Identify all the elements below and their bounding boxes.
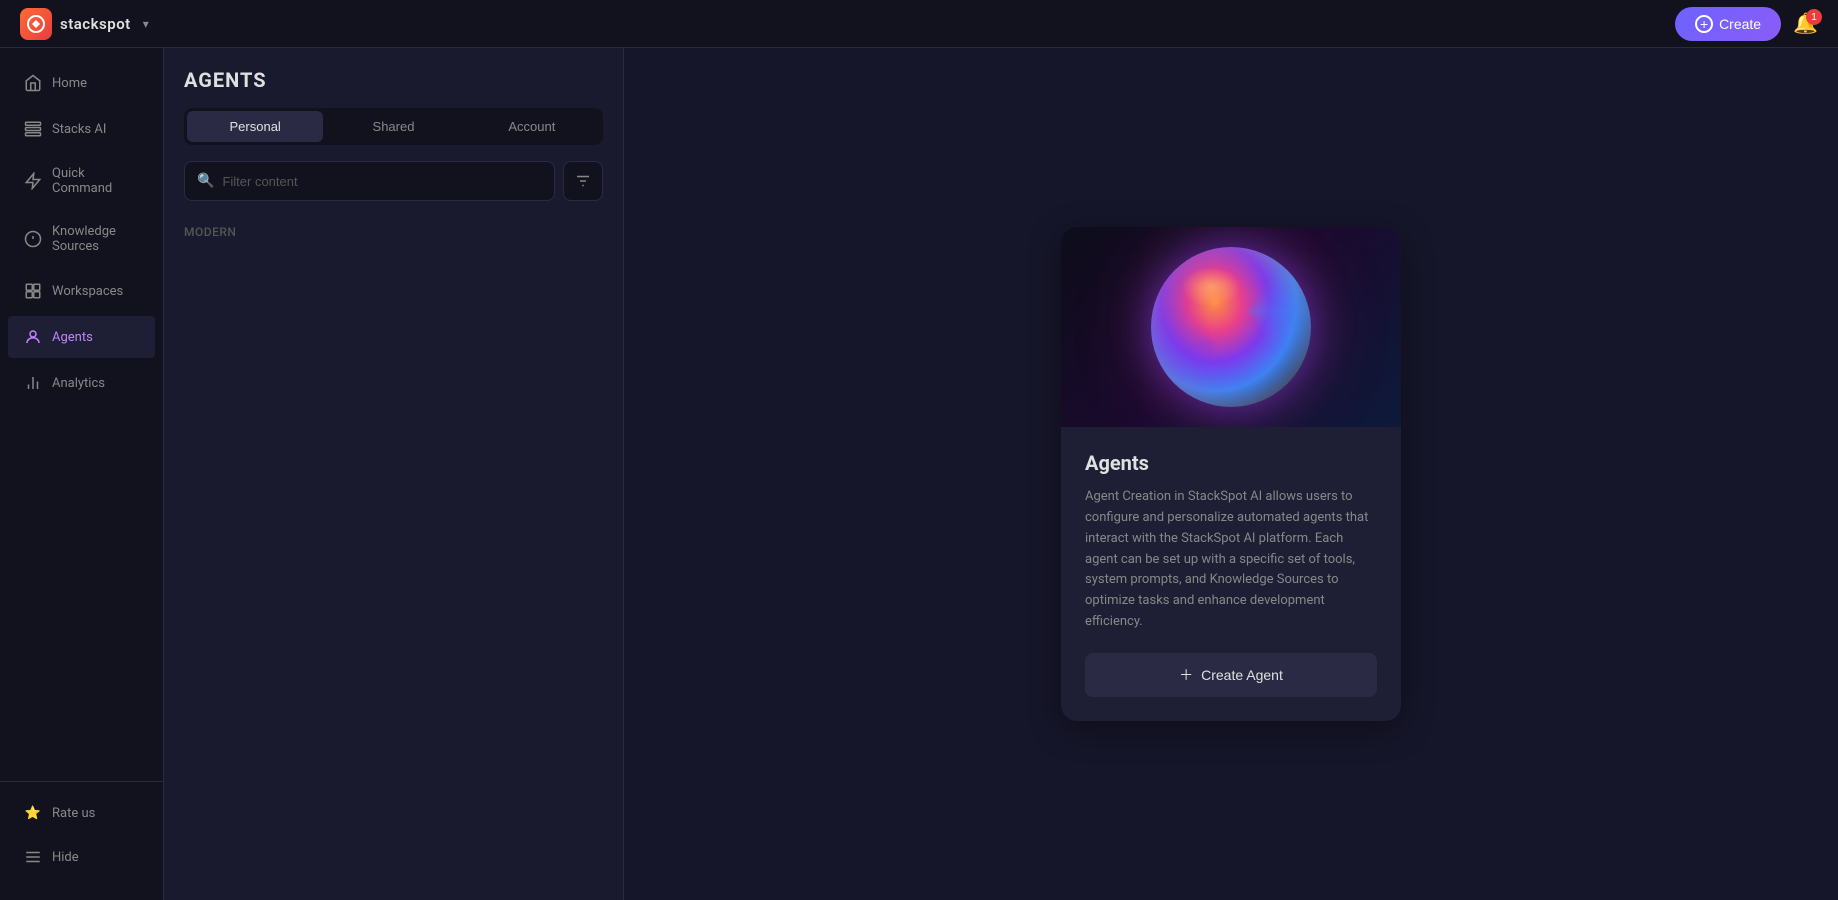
sidebar-item-label: Rate us: [52, 806, 95, 821]
sidebar-item-label: Hide: [52, 850, 79, 865]
agent-orb: [1151, 247, 1311, 407]
sidebar: Home Stacks AI Quick Command: [0, 48, 164, 900]
search-filter-row: 🔍: [164, 161, 623, 217]
sidebar-item-hide[interactable]: Hide: [8, 836, 155, 878]
logo-text: stackspot: [60, 15, 131, 33]
filter-button[interactable]: [563, 161, 603, 201]
tab-account[interactable]: Account: [464, 111, 600, 142]
create-agent-plus-icon: ＋: [1179, 665, 1193, 685]
sidebar-item-label: Analytics: [52, 376, 105, 391]
home-icon: [24, 74, 42, 92]
agents-icon: [24, 328, 42, 346]
sidebar-item-label: Stacks AI: [52, 122, 106, 137]
agents-header: AGENTS Personal Shared Account: [164, 48, 623, 161]
star-icon: ⭐: [24, 804, 42, 822]
agents-title: AGENTS: [184, 68, 603, 92]
section-modern-label: Modern: [164, 217, 623, 247]
logo-area: stackspot ▾: [20, 8, 149, 40]
sidebar-item-label: Agents: [52, 330, 93, 345]
info-card-description: Agent Creation in StackSpot AI allows us…: [1085, 487, 1377, 633]
tab-personal[interactable]: Personal: [187, 111, 323, 142]
topbar: stackspot ▾ + Create 🔔 1: [0, 0, 1838, 48]
info-card-image: [1061, 227, 1401, 427]
analytics-icon: [24, 374, 42, 392]
content-area: Agents Agent Creation in StackSpot AI al…: [624, 48, 1838, 900]
main-layout: Home Stacks AI Quick Command: [0, 48, 1838, 900]
tabs-row: Personal Shared Account: [184, 108, 603, 145]
orb-core: [1151, 247, 1311, 407]
search-box: 🔍: [184, 161, 555, 201]
knowledge-icon: [24, 230, 42, 248]
search-icon: 🔍: [197, 173, 214, 189]
hide-icon: [24, 848, 42, 866]
notification-badge: 1: [1806, 9, 1822, 25]
sidebar-item-label: Workspaces: [52, 284, 123, 299]
notification-button[interactable]: 🔔 1: [1793, 11, 1818, 36]
info-card-title: Agents: [1085, 451, 1377, 475]
agents-panel: AGENTS Personal Shared Account 🔍 Modern: [164, 48, 624, 900]
sidebar-item-label: Knowledge Sources: [52, 224, 139, 254]
sidebar-item-stacks-ai[interactable]: Stacks AI: [8, 108, 155, 150]
search-input[interactable]: [222, 174, 542, 189]
info-card: Agents Agent Creation in StackSpot AI al…: [1061, 227, 1401, 721]
sidebar-item-agents[interactable]: Agents: [8, 316, 155, 358]
sidebar-item-knowledge-sources[interactable]: Knowledge Sources: [8, 212, 155, 266]
sidebar-bottom: ⭐ Rate us Hide: [0, 781, 163, 888]
workspaces-icon: [24, 282, 42, 300]
sidebar-item-workspaces[interactable]: Workspaces: [8, 270, 155, 312]
create-button[interactable]: + Create: [1675, 7, 1781, 41]
sidebar-item-label: Home: [52, 76, 87, 91]
main-info: Agents Agent Creation in StackSpot AI al…: [624, 48, 1838, 900]
tab-shared[interactable]: Shared: [325, 111, 461, 142]
create-agent-button[interactable]: ＋ Create Agent: [1085, 653, 1377, 697]
logo-icon: [20, 8, 52, 40]
orb-swirl: [1151, 247, 1311, 407]
sidebar-item-label: Quick Command: [52, 166, 139, 196]
logo-chevron-icon: ▾: [143, 17, 149, 31]
sidebar-item-quick-command[interactable]: Quick Command: [8, 154, 155, 208]
topbar-right: + Create 🔔 1: [1675, 7, 1818, 41]
info-card-body: Agents Agent Creation in StackSpot AI al…: [1061, 427, 1401, 721]
sidebar-item-rate-us[interactable]: ⭐ Rate us: [8, 792, 155, 834]
stacks-icon: [24, 120, 42, 138]
sidebar-item-analytics[interactable]: Analytics: [8, 362, 155, 404]
filter-icon: [574, 172, 592, 190]
sidebar-item-home[interactable]: Home: [8, 62, 155, 104]
create-plus-icon: +: [1695, 15, 1713, 33]
quick-command-icon: [24, 172, 42, 190]
